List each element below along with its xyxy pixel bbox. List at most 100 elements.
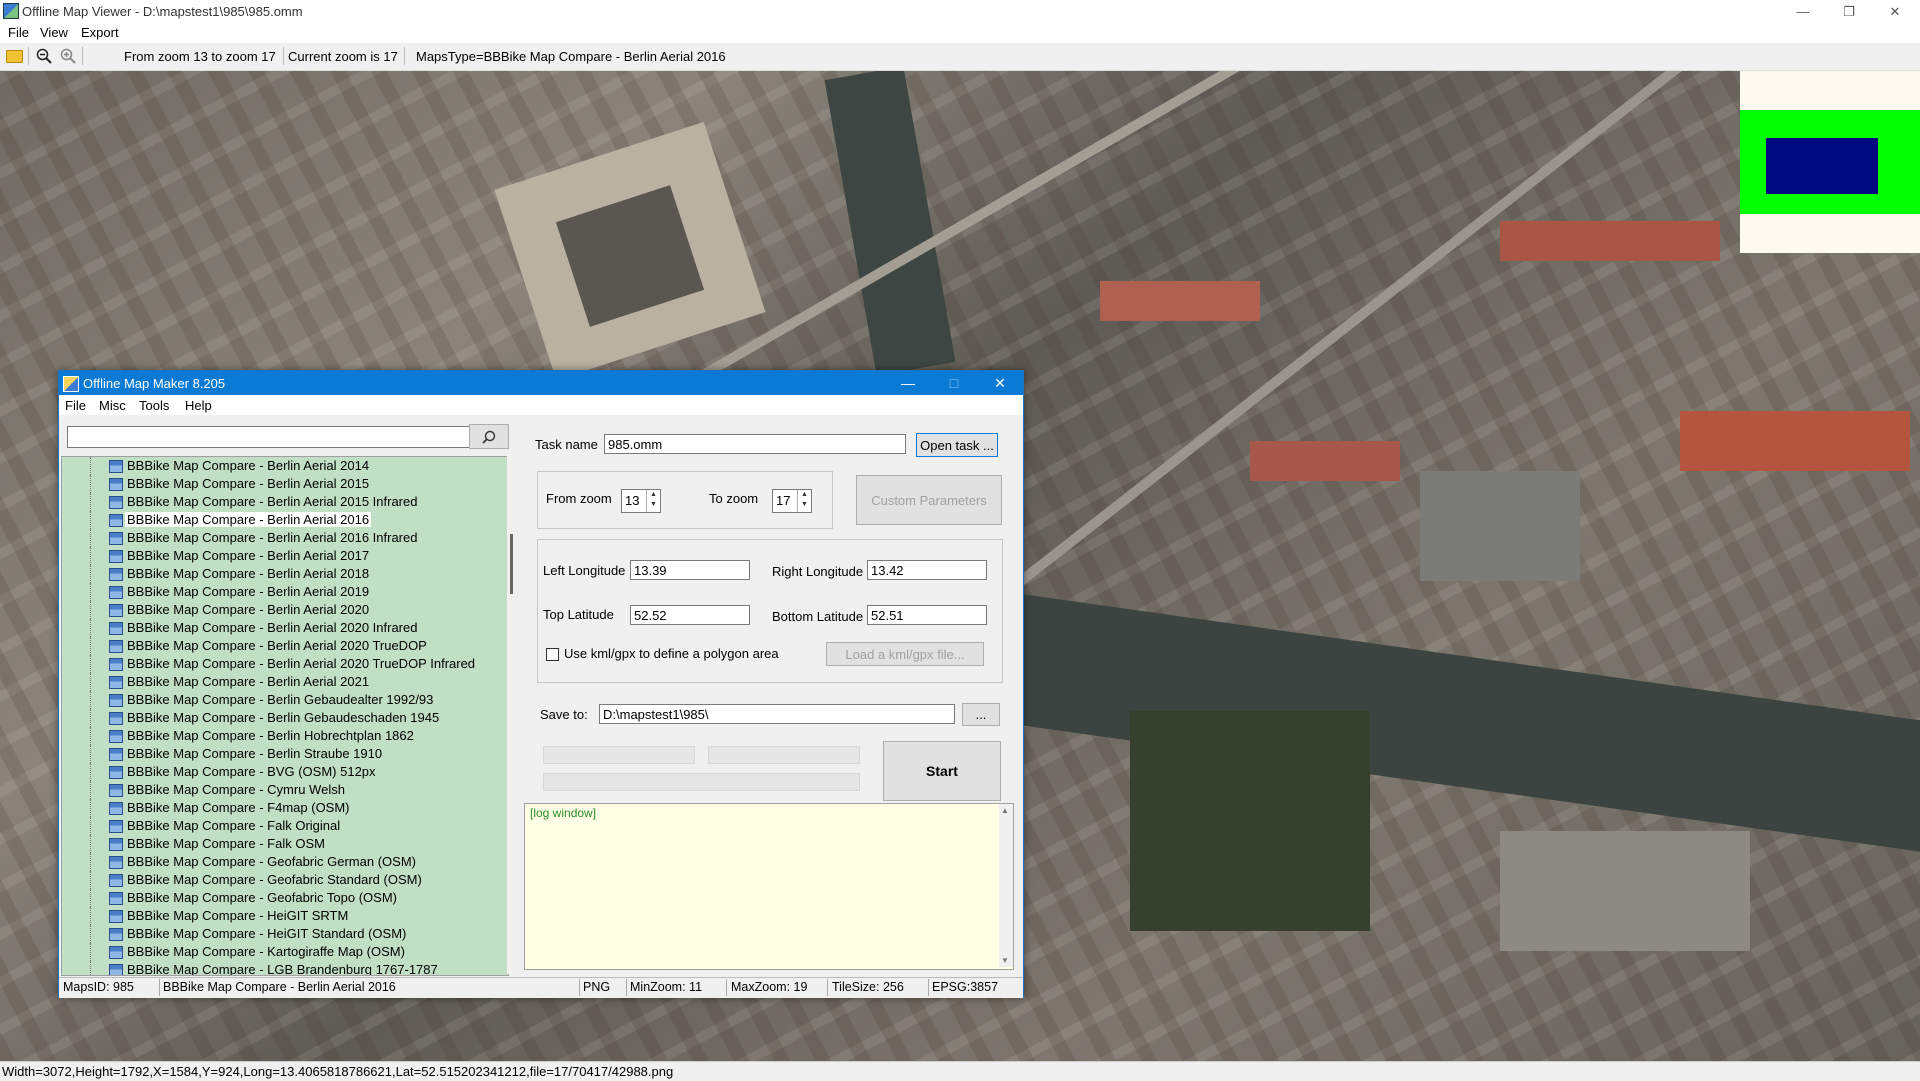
log-window[interactable]: [log window] ▲ ▼: [524, 803, 1014, 970]
from-zoom-spinner[interactable]: ▲ ▼: [646, 490, 660, 512]
tree-item[interactable]: BBBike Map Compare - Cymru Welsh: [62, 781, 508, 799]
custom-parameters-button[interactable]: Custom Parameters: [856, 475, 1002, 525]
dialog-title-bar[interactable]: Offline Map Maker 8.205 — □ ✕: [59, 371, 1023, 395]
minimize-icon[interactable]: —: [1780, 0, 1826, 23]
right-longitude-input[interactable]: 13.42: [867, 560, 987, 580]
map-icon: [109, 604, 123, 617]
map-icon: [109, 910, 123, 923]
dialog-menu-tools[interactable]: Tools: [139, 398, 169, 413]
scroll-down-icon[interactable]: ▼: [1001, 956, 1009, 965]
zoom-in-icon[interactable]: [60, 48, 76, 64]
dialog-minimize-icon[interactable]: —: [885, 371, 931, 395]
kml-checkbox[interactable]: [546, 648, 559, 661]
tree-item[interactable]: BBBike Map Compare - Berlin Aerial 2016 …: [62, 529, 508, 547]
tree-item-label: BBBike Map Compare - Berlin Aerial 2015: [127, 476, 370, 491]
to-zoom-spinner[interactable]: ▲ ▼: [797, 490, 811, 512]
tree-item[interactable]: BBBike Map Compare - Berlin Aerial 2016: [62, 511, 508, 529]
tree-item[interactable]: BBBike Map Compare - LGB Brandenburg 176…: [62, 961, 508, 975]
menu-export[interactable]: Export: [81, 25, 119, 40]
scroll-up-icon[interactable]: ▲: [1001, 806, 1009, 815]
menu-file[interactable]: File: [8, 25, 29, 40]
tree-item[interactable]: BBBike Map Compare - Berlin Aerial 2014: [62, 457, 508, 475]
tree-item[interactable]: BBBike Map Compare - HeiGIT Standard (OS…: [62, 925, 508, 943]
map-icon: [109, 514, 123, 527]
open-folder-icon[interactable]: [6, 50, 23, 63]
tree-item[interactable]: BBBike Map Compare - BVG (OSM) 512px: [62, 763, 508, 781]
map-icon: [109, 622, 123, 635]
tree-item[interactable]: BBBike Map Compare - Geofabric Standard …: [62, 871, 508, 889]
zoom-out-icon[interactable]: [36, 48, 52, 64]
tree-item[interactable]: BBBike Map Compare - Geofabric German (O…: [62, 853, 508, 871]
status-tile-size: TileSize: 256: [832, 980, 904, 994]
tree-item[interactable]: BBBike Map Compare - Berlin Aerial 2020: [62, 601, 508, 619]
to-zoom-input[interactable]: 17 ▲ ▼: [772, 489, 812, 513]
tree-item[interactable]: BBBike Map Compare - Berlin Gebaudealter…: [62, 691, 508, 709]
map-icon: [109, 658, 123, 671]
search-button[interactable]: [469, 424, 509, 449]
start-button[interactable]: Start: [883, 741, 1001, 801]
tree-item[interactable]: BBBike Map Compare - Berlin Aerial 2020 …: [62, 637, 508, 655]
tree-item-label: BBBike Map Compare - Berlin Aerial 2016 …: [127, 530, 418, 545]
tree-item[interactable]: BBBike Map Compare - Berlin Hobrechtplan…: [62, 727, 508, 745]
dialog-close-icon[interactable]: ✕: [977, 371, 1023, 395]
dialog-menu-help[interactable]: Help: [185, 398, 212, 413]
tree-item[interactable]: BBBike Map Compare - Berlin Aerial 2019: [62, 583, 508, 601]
map-icon: [109, 784, 123, 797]
task-name-input[interactable]: 985.omm: [604, 434, 906, 454]
open-task-button[interactable]: Open task ...: [916, 433, 998, 457]
tree-connector: [90, 763, 92, 781]
search-icon: [482, 430, 496, 444]
maps-type-text: MapsType=BBBike Map Compare - Berlin Aer…: [416, 49, 726, 64]
current-zoom-text: Current zoom is 17: [288, 49, 398, 64]
browse-button[interactable]: ...: [962, 703, 1000, 726]
tree-item[interactable]: BBBike Map Compare - Berlin Straube 1910: [62, 745, 508, 763]
from-zoom-input[interactable]: 13 ▲ ▼: [621, 489, 661, 513]
tree-item-label: BBBike Map Compare - Falk Original: [127, 818, 341, 833]
tree-item[interactable]: BBBike Map Compare - Berlin Aerial 2020 …: [62, 619, 508, 637]
tree-item[interactable]: BBBike Map Compare - Berlin Aerial 2015 …: [62, 493, 508, 511]
map-icon: [109, 460, 123, 473]
tree-item[interactable]: BBBike Map Compare - Berlin Aerial 2015: [62, 475, 508, 493]
restore-icon[interactable]: ❐: [1826, 0, 1872, 23]
tree-item[interactable]: BBBike Map Compare - Falk OSM: [62, 835, 508, 853]
tree-item-label: BBBike Map Compare - HeiGIT SRTM: [127, 908, 349, 923]
tree-item[interactable]: BBBike Map Compare - Geofabric Topo (OSM…: [62, 889, 508, 907]
bottom-latitude-input[interactable]: 52.51: [867, 605, 987, 625]
map-icon: [109, 802, 123, 815]
map-icon: [109, 478, 123, 491]
overview-viewport[interactable]: [1766, 138, 1878, 194]
tree-item[interactable]: BBBike Map Compare - HeiGIT SRTM: [62, 907, 508, 925]
load-kml-button[interactable]: Load a kml/gpx file...: [826, 642, 984, 666]
status-maps-name: BBBike Map Compare - Berlin Aerial 2016: [163, 980, 396, 994]
map-icon: [109, 820, 123, 833]
tree-item[interactable]: BBBike Map Compare - Berlin Aerial 2018: [62, 565, 508, 583]
tree-connector: [90, 511, 92, 529]
map-search-input[interactable]: [67, 426, 471, 448]
dialog-title: Offline Map Maker 8.205: [83, 376, 226, 391]
dialog-menu-file[interactable]: File: [65, 398, 86, 413]
log-scrollbar[interactable]: ▲ ▼: [999, 804, 1013, 967]
tree-item-label: BBBike Map Compare - Berlin Aerial 2014: [127, 458, 370, 473]
tree-item[interactable]: BBBike Map Compare - Berlin Aerial 2020 …: [62, 655, 508, 673]
maps-tree[interactable]: BBBike Map Compare - Berlin Aerial 2014 B…: [61, 456, 509, 976]
river: [981, 591, 1920, 873]
left-longitude-input[interactable]: 13.39: [630, 560, 750, 580]
map-icon: [109, 766, 123, 779]
top-latitude-input[interactable]: 52.52: [630, 605, 750, 625]
tree-item[interactable]: BBBike Map Compare - Falk Original: [62, 817, 508, 835]
map-icon: [109, 730, 123, 743]
tree-scrollbar[interactable]: [507, 456, 521, 974]
tree-item[interactable]: BBBike Map Compare - Berlin Aerial 2021: [62, 673, 508, 691]
close-icon[interactable]: ✕: [1872, 0, 1918, 23]
save-to-input[interactable]: D:\mapstest1\985\: [599, 704, 955, 724]
dialog-menu-misc[interactable]: Misc: [99, 398, 126, 413]
menu-view[interactable]: View: [40, 25, 68, 40]
tree-item[interactable]: BBBike Map Compare - F4map (OSM): [62, 799, 508, 817]
overview-map[interactable]: [1740, 71, 1920, 253]
tree-item[interactable]: BBBike Map Compare - Berlin Aerial 2017: [62, 547, 508, 565]
tree-connector: [90, 943, 92, 961]
tree-item[interactable]: BBBike Map Compare - Kartogiraffe Map (O…: [62, 943, 508, 961]
tree-item[interactable]: BBBike Map Compare - Berlin Gebaudeschad…: [62, 709, 508, 727]
tree-item-label: BBBike Map Compare - Berlin Gebaudealter…: [127, 692, 434, 707]
tree-connector: [90, 493, 92, 511]
